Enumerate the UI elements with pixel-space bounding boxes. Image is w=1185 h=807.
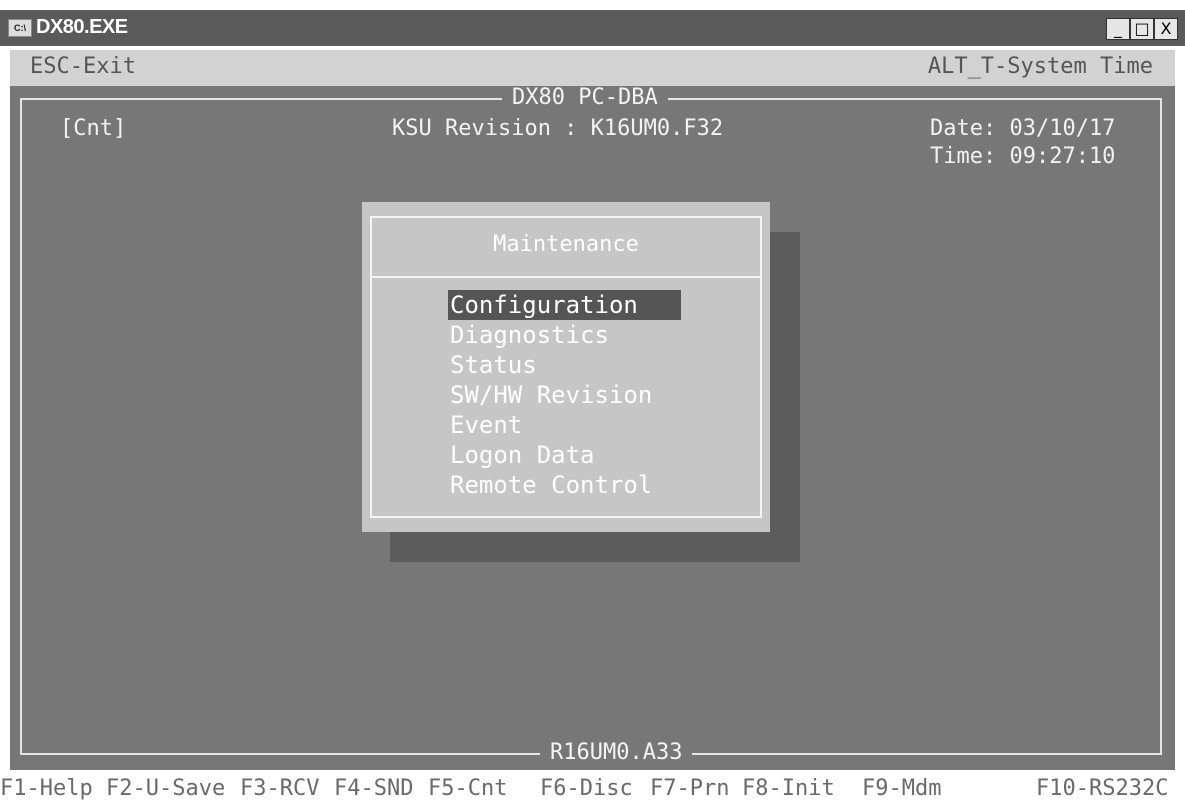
menu-item-configuration[interactable]: Configuration bbox=[448, 290, 681, 320]
menu-item-remote-control[interactable]: Remote Control bbox=[448, 470, 681, 500]
dos-window: C:\ DX80.EXE _ □ X ESC-Exit ALT_T-System… bbox=[0, 0, 1185, 807]
f8-init-key[interactable]: F8-Init bbox=[742, 776, 835, 801]
dialog-separator bbox=[372, 276, 760, 278]
f9-mdm-key[interactable]: F9-Mdm bbox=[862, 776, 941, 801]
menu-item-logon-data[interactable]: Logon Data bbox=[448, 440, 681, 470]
esc-exit-hint[interactable]: ESC-Exit bbox=[30, 54, 136, 79]
menu-item-event[interactable]: Event bbox=[448, 410, 681, 440]
dialog-title: Maintenance bbox=[493, 232, 639, 257]
f3-rcv-key[interactable]: F3-RCV bbox=[240, 776, 319, 801]
console-screen: DX80 PC-DBA [Cnt] KSU Revision : K16UM0.… bbox=[10, 86, 1175, 770]
f10-rs232c-key[interactable]: F10-RS232C bbox=[1036, 776, 1168, 801]
mode-indicator: [Cnt] bbox=[60, 116, 127, 141]
close-button[interactable]: X bbox=[1154, 18, 1178, 40]
system-time-hint[interactable]: ALT_T-System Time bbox=[928, 54, 1153, 79]
hint-bar: ESC-Exit ALT_T-System Time bbox=[10, 50, 1175, 86]
maximize-button[interactable]: □ bbox=[1130, 18, 1154, 40]
f4-snd-key[interactable]: F4-SND bbox=[334, 776, 413, 801]
window-title: DX80.EXE bbox=[36, 16, 128, 38]
menu-item-diagnostics[interactable]: Diagnostics bbox=[448, 320, 681, 350]
time-readout: Time: 09:27:10 bbox=[930, 144, 1116, 169]
maintenance-menu: Configuration Diagnostics Status SW/HW R… bbox=[448, 290, 681, 500]
minimize-button[interactable]: _ bbox=[1106, 18, 1130, 40]
menu-item-sw-hw-revision[interactable]: SW/HW Revision bbox=[448, 380, 681, 410]
menu-item-status[interactable]: Status bbox=[448, 350, 681, 380]
f6-disc-key[interactable]: F6-Disc bbox=[540, 776, 633, 801]
date-readout: Date: 03/10/17 bbox=[930, 116, 1116, 141]
console-icon[interactable]: C:\ bbox=[8, 19, 32, 37]
dialog-border: Maintenance Configuration Diagnostics St… bbox=[370, 216, 762, 518]
maintenance-dialog: Maintenance Configuration Diagnostics St… bbox=[362, 202, 770, 532]
title-bar[interactable]: C:\ DX80.EXE _ □ X bbox=[0, 10, 1185, 46]
frame-title: DX80 PC-DBA bbox=[502, 86, 668, 110]
f7-prn-key[interactable]: F7-Prn bbox=[650, 776, 729, 801]
f2-u-save-key[interactable]: F2-U-Save bbox=[106, 776, 225, 801]
function-key-bar: F1-Help F2-U-Save F3-RCV F4-SND F5-Cnt F… bbox=[0, 770, 1185, 807]
ksu-revision: KSU Revision : K16UM0.F32 bbox=[392, 116, 724, 141]
f1-help-key[interactable]: F1-Help bbox=[0, 776, 93, 801]
firmware-footer-label: R16UM0.A33 bbox=[540, 741, 693, 765]
f5-cnt-key[interactable]: F5-Cnt bbox=[428, 776, 507, 801]
